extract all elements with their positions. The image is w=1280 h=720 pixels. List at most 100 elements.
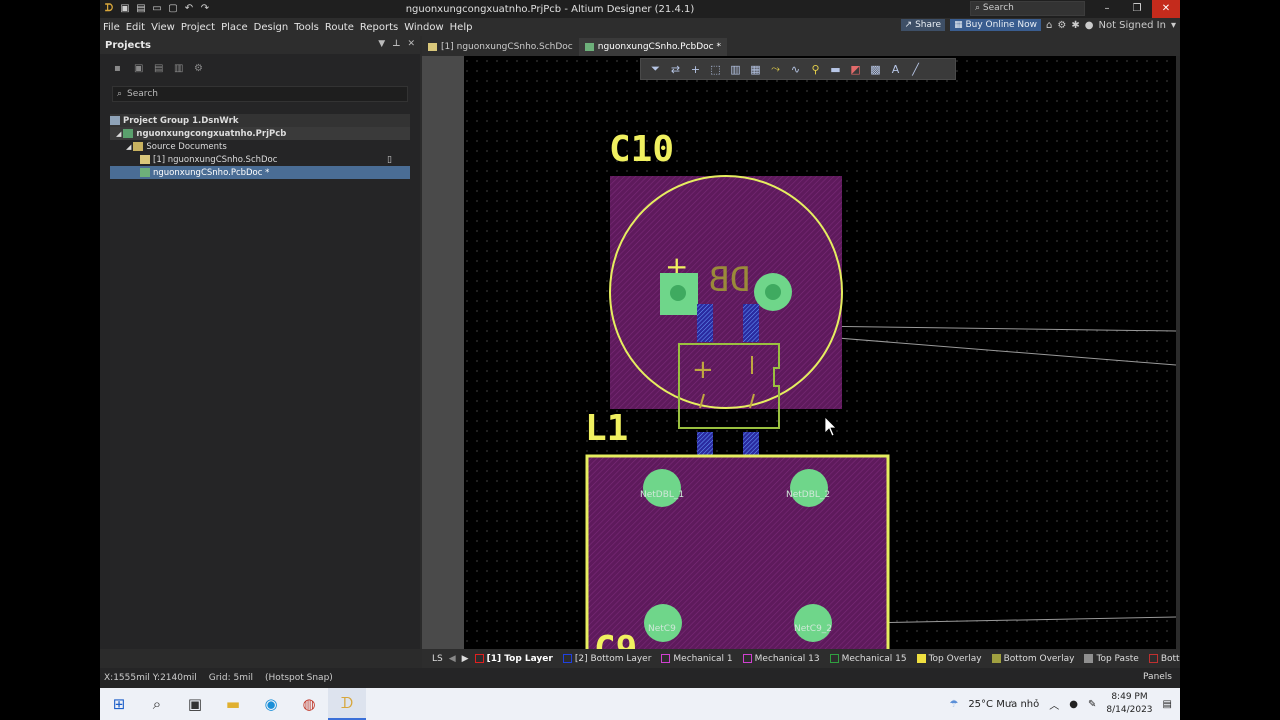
scroll-left-icon[interactable]: ◀ [449,654,456,664]
layer-tab-mechanical-1[interactable]: Mechanical 1 [661,654,733,664]
buy-online-button[interactable]: ▦ Buy Online Now [950,19,1042,31]
text-icon[interactable]: A [889,63,902,76]
layer-tab-mechanical-13[interactable]: Mechanical 13 [742,654,820,664]
system-tray: ☂ 25°C Mưa nhỏ ︿ ● ✎ 8:49 PM 8/14/2023 ▤ [949,688,1172,720]
schematic-doc-icon [428,43,437,51]
minimize-button[interactable]: – [1092,0,1122,18]
menu-tools[interactable]: Tools [291,22,322,33]
layer-tab-bottom-layer[interactable]: [2] Bottom Layer [562,654,651,664]
global-search[interactable]: ⌕ Search [970,1,1085,16]
menu-help[interactable]: Help [447,22,476,33]
menu-place[interactable]: Place [218,22,251,33]
close-button[interactable]: ✕ [1152,0,1180,18]
l1-pad-2[interactable] [790,469,828,507]
layer-tab-bottom-overlay[interactable]: Bottom Overlay [991,654,1074,664]
layer-tab-top-paste[interactable]: Top Paste [1084,654,1139,664]
left-black-bar [0,0,100,688]
store-icon[interactable]: ▣ [176,688,214,720]
menu-reports[interactable]: Reports [357,22,401,33]
menu-route[interactable]: Route [322,22,357,33]
chrome-icon[interactable]: ◍ [290,688,328,720]
save-all-project-icon[interactable]: ▣ [134,63,145,74]
chevron-up-icon[interactable]: ︿ [1049,697,1059,712]
route-icon[interactable]: ⇄ [669,63,682,76]
pcb-canvas[interactable]: C10 + DB + L1 NetDBL_1 NetDBL_2 NetC9 Ne… [422,56,1176,649]
via-icon[interactable]: ⚲ [809,63,822,76]
panel-close-icon[interactable]: ✕ [407,39,415,49]
menu-design[interactable]: Design [251,22,292,33]
expand-icon[interactable]: ◢ [126,143,131,151]
interactive-route-icon[interactable]: ⤳ [769,62,782,76]
taskbar-search-icon[interactable]: ⌕ [138,688,176,720]
smd-pad-top-left[interactable] [697,304,713,342]
layer-color-swatch [1084,654,1094,663]
windows-start-icon[interactable]: ⊞ [100,688,138,720]
menu-window[interactable]: Window [401,22,446,33]
menu-edit[interactable]: Edit [123,22,148,33]
chevron-down-icon[interactable]: ▾ [1171,20,1176,31]
tree-item-schdoc[interactable]: [1] nguonxungCSnho.SchDoc ▯ [110,153,410,166]
altium-taskbar-icon[interactable]: ᗪ [328,688,366,720]
user-label[interactable]: Not Signed In [1098,20,1165,31]
home-icon[interactable]: ⌂ [1046,20,1052,31]
panel-menu-icon[interactable]: ▼ [378,39,385,49]
pcb-doc-icon [140,168,150,177]
pin-icon[interactable]: ⊥ [392,39,400,49]
projects-search-input[interactable]: ⌕ Search [112,86,408,102]
file-explorer-icon[interactable]: ▬ [214,688,252,720]
layer-set-label[interactable]: LS [432,654,443,664]
crosshair-icon[interactable]: + [689,63,702,76]
project-options-icon[interactable]: ▥ [174,63,185,74]
tree-item-project-group[interactable]: Project Group 1.DsnWrk [110,114,410,127]
select-rect-icon[interactable]: ⬚ [709,63,722,76]
c10-pad-1-hole [670,285,686,301]
l1-pad-1[interactable] [643,469,681,507]
tree-item-pcbdoc[interactable]: nguonxungCSnho.PcbDoc * [110,166,410,179]
compile-icon[interactable]: ▤ [154,63,165,74]
notifications-icon[interactable]: ▤ [1163,699,1172,710]
clock-time: 8:49 PM [1111,692,1148,702]
c10-designator: C10 [609,129,674,170]
tab-pcbdoc[interactable]: nguonxungCSnho.PcbDoc * [578,38,727,56]
layer-tab-mechanical-15[interactable]: Mechanical 15 [829,654,907,664]
menu-project[interactable]: Project [178,22,218,33]
search-icon: ⌕ [975,3,981,13]
pcb-drawing[interactable]: C10 + DB + L1 NetDBL_1 NetDBL_2 NetC9 Ne… [422,56,1176,649]
layer-tab-top-overlay[interactable]: Top Overlay [916,654,982,664]
tools-icon[interactable]: ✱ [1071,20,1079,31]
align-icon[interactable]: ▥ [729,63,742,76]
dimension-icon[interactable]: ▩ [869,63,882,76]
component-icon[interactable]: ▦ [749,63,762,76]
save-project-icon[interactable]: ▪ [114,63,125,74]
panels-button[interactable]: Panels [1143,672,1172,682]
filter-icon[interactable]: ⏷ [649,62,662,76]
weather-icon[interactable]: ☂ [949,699,958,710]
layer-tab-top-layer[interactable]: [1] Top Layer [474,654,553,664]
user-icon[interactable]: ● [1085,20,1094,31]
taskbar-clock[interactable]: 8:49 PM 8/14/2023 [1106,691,1152,717]
settings-icon[interactable]: ⚙ [194,63,205,74]
menu-file[interactable]: File [100,22,123,33]
pen-icon[interactable]: ✎ [1088,699,1096,710]
tree-item-project[interactable]: ◢ nguonxungcongxuatnho.PrjPcb [110,127,410,140]
layer-tab-bottom-paste[interactable]: Bottom Past [1148,654,1180,664]
l1-pad-4[interactable] [794,604,832,642]
fill-icon[interactable]: ▬ [829,63,842,76]
expand-icon[interactable]: ◢ [116,130,121,138]
l1-pad-3[interactable] [644,604,682,642]
line-icon[interactable]: ╱ [909,63,922,76]
microphone-icon[interactable]: ● [1069,699,1078,710]
diff-pair-icon[interactable]: ∿ [789,63,802,76]
tab-schdoc[interactable]: [1] nguonxungCSnho.SchDoc [422,38,579,56]
polygon-icon[interactable]: ◩ [849,63,862,76]
smd-pad-top-right[interactable] [743,304,759,342]
layer-color-swatch [562,654,572,663]
share-button[interactable]: ↗ Share [900,19,946,31]
tree-item-source-documents[interactable]: ◢ Source Documents [110,140,410,153]
scroll-right-icon[interactable]: ▶ [462,654,469,664]
menu-view[interactable]: View [148,22,178,33]
gear-icon[interactable]: ⚙ [1057,20,1066,31]
weather-text[interactable]: 25°C Mưa nhỏ [968,699,1039,710]
edge-icon[interactable]: ◉ [252,688,290,720]
restore-button[interactable]: ❐ [1122,0,1152,18]
